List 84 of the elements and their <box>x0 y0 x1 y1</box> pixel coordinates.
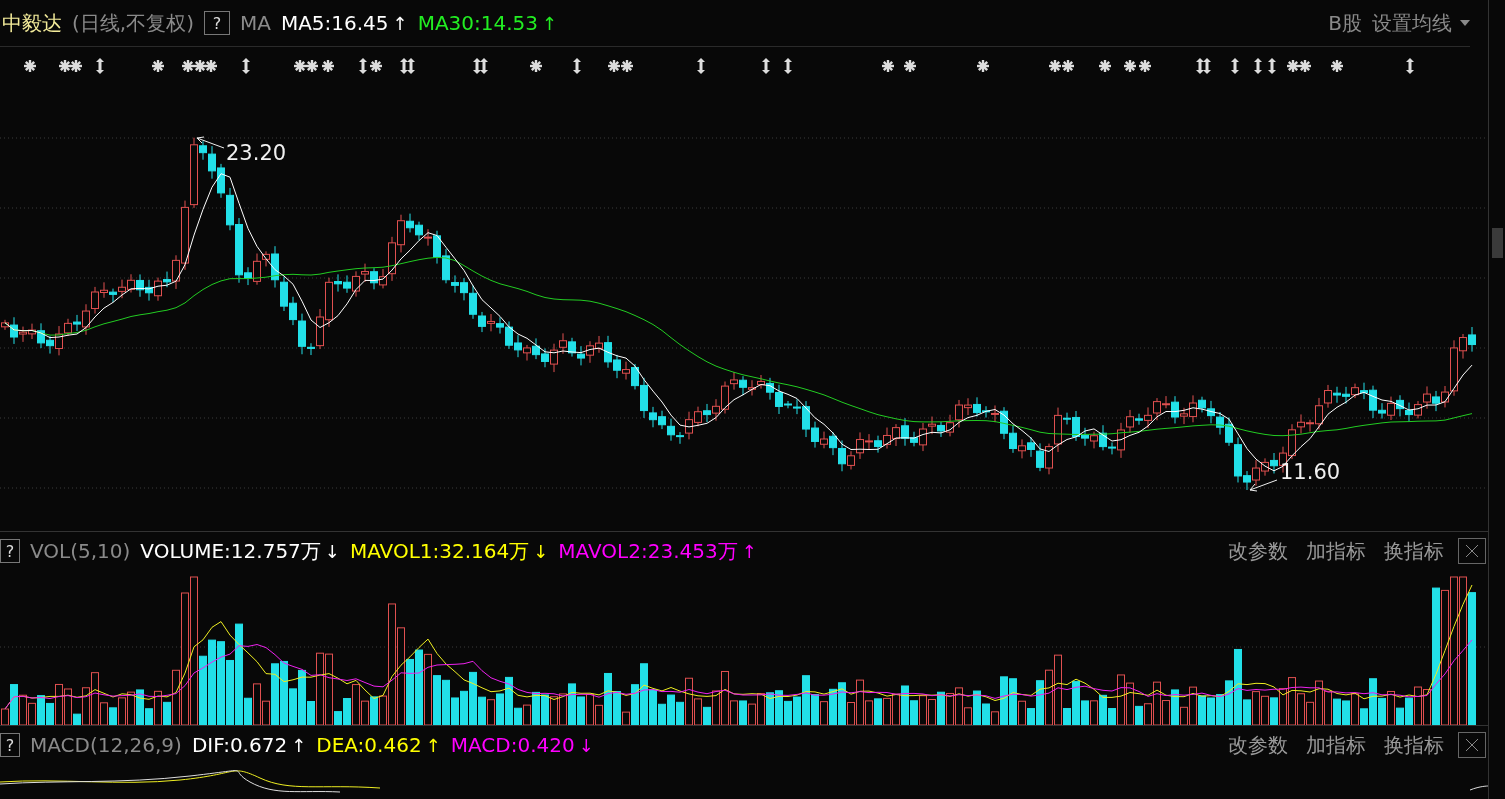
star-marker-icon[interactable] <box>321 59 335 73</box>
star-marker-icon[interactable] <box>607 59 621 73</box>
updown-marker-icon[interactable] <box>480 58 488 74</box>
scrollbar-thumb[interactable] <box>1492 228 1503 258</box>
trend-arrow: ↑ <box>741 540 757 562</box>
star-marker-icon[interactable] <box>204 59 218 73</box>
indicator-reading: DEA:0.462 <box>316 733 422 757</box>
star-marker-icon[interactable] <box>1330 59 1344 73</box>
updown-marker-icon[interactable] <box>473 58 481 74</box>
star-marker-icon[interactable] <box>881 59 895 73</box>
star-marker-icon[interactable] <box>69 59 83 73</box>
star-marker-icon[interactable] <box>369 59 383 73</box>
updown-marker-icon[interactable] <box>1196 58 1204 74</box>
updown-marker-icon[interactable] <box>784 58 792 74</box>
indicator-name: VOL(5,10) <box>30 539 131 563</box>
star-marker-icon[interactable] <box>23 59 37 73</box>
star-marker-icon[interactable] <box>1138 59 1152 73</box>
updown-marker-icon[interactable] <box>359 58 367 74</box>
caret-icon <box>1460 20 1470 26</box>
indicator-name: MACD(12,26,9) <box>30 733 182 757</box>
star-marker-icon[interactable] <box>193 59 207 73</box>
trend-arrow: ↓ <box>578 734 594 756</box>
indicator-reading: MA5:16.45 <box>280 11 389 35</box>
updown-marker-icon[interactable] <box>242 58 250 74</box>
pointer-arrow <box>196 135 226 150</box>
updown-marker-icon[interactable] <box>96 58 104 74</box>
updown-marker-icon[interactable] <box>697 58 705 74</box>
indicator-reading: MAVOL2:23.453万 <box>558 537 738 565</box>
close-icon <box>1465 544 1479 558</box>
trend-arrow: ↓ <box>324 540 340 562</box>
updown-marker-icon[interactable] <box>573 58 581 74</box>
indicator-action-button[interactable]: 加指标 <box>1302 537 1370 565</box>
close-button[interactable] <box>1458 538 1486 564</box>
star-marker-icon[interactable] <box>305 59 319 73</box>
trend-arrow: ↑ <box>542 12 558 34</box>
star-marker-icon[interactable] <box>620 59 634 73</box>
indicator-reading: VOLUME:12.757万 <box>140 537 321 565</box>
star-marker-icon[interactable] <box>1298 59 1312 73</box>
high-price-label: 23.20 <box>226 140 287 165</box>
trend-arrow: ↓ <box>533 540 549 562</box>
indicator-reading: MACD:0.420 <box>450 733 575 757</box>
star-marker-icon[interactable] <box>1286 59 1300 73</box>
ma-settings-dropdown[interactable]: 设置均线 <box>1372 9 1470 37</box>
star-marker-icon[interactable] <box>1123 59 1137 73</box>
indicator-action-button[interactable]: 改参数 <box>1224 731 1292 759</box>
star-marker-icon[interactable] <box>181 59 195 73</box>
star-marker-icon[interactable] <box>1098 59 1112 73</box>
pointer-arrow <box>1249 478 1279 492</box>
star-marker-icon[interactable] <box>151 59 165 73</box>
help-button[interactable]: ? <box>0 539 20 563</box>
indicator-action-button[interactable]: 换指标 <box>1380 731 1448 759</box>
updown-marker-icon[interactable] <box>400 58 408 74</box>
close-icon <box>1465 738 1479 752</box>
updown-marker-icon[interactable] <box>407 58 415 74</box>
indicator-name: MA <box>239 11 271 35</box>
star-marker-icon[interactable] <box>529 59 543 73</box>
help-button[interactable]: ? <box>0 733 20 757</box>
trend-arrow: ↑ <box>392 12 408 34</box>
indicator-reading: MA30:14.53 <box>417 11 539 35</box>
trend-arrow: ↑ <box>291 734 307 756</box>
star-marker-icon[interactable] <box>293 59 307 73</box>
updown-marker-icon[interactable] <box>1406 58 1414 74</box>
star-marker-icon[interactable] <box>976 59 990 73</box>
star-marker-icon[interactable] <box>903 59 917 73</box>
indicator-reading: DIF:0.672 <box>191 733 288 757</box>
indicator-action-button[interactable]: 换指标 <box>1380 537 1448 565</box>
updown-marker-icon[interactable] <box>1254 58 1262 74</box>
period-label: (日线,不复权) <box>72 9 194 37</box>
market-link[interactable]: B股 <box>1328 9 1362 37</box>
low-price-label: 11.60 <box>1280 460 1341 484</box>
trend-arrow: ↑ <box>425 734 441 756</box>
help-button[interactable]: ? <box>203 11 230 35</box>
updown-marker-icon[interactable] <box>1268 58 1276 74</box>
indicator-action-button[interactable]: 加指标 <box>1302 731 1370 759</box>
updown-marker-icon[interactable] <box>1231 58 1239 74</box>
star-marker-icon[interactable] <box>1061 59 1075 73</box>
star-marker-icon[interactable] <box>58 59 72 73</box>
stock-name: 中毅达 <box>2 9 62 37</box>
indicator-reading: MAVOL1:32.164万 <box>349 537 530 565</box>
updown-marker-icon[interactable] <box>1203 58 1211 74</box>
indicator-action-button[interactable]: 改参数 <box>1224 537 1292 565</box>
star-marker-icon[interactable] <box>1048 59 1062 73</box>
updown-marker-icon[interactable] <box>762 58 770 74</box>
close-button[interactable] <box>1458 732 1486 758</box>
